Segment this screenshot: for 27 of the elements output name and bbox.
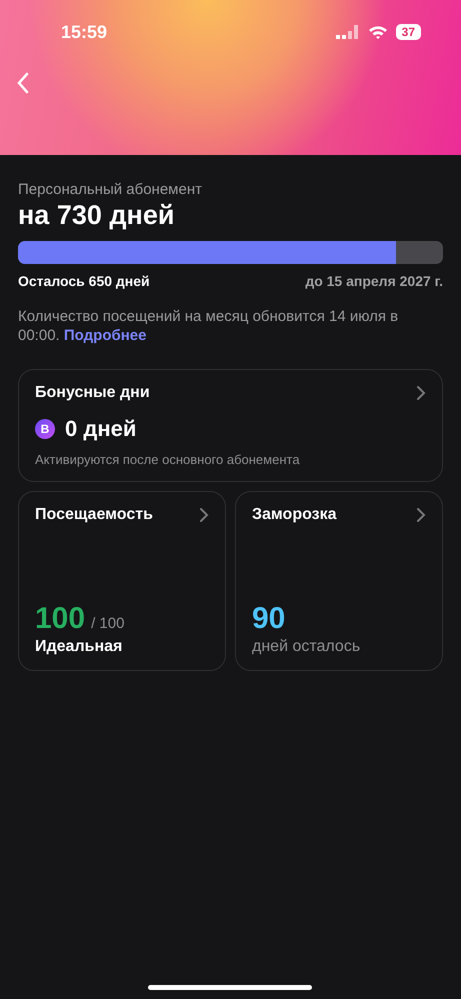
card-value: 100 bbox=[35, 602, 86, 636]
card-label: Идеальная bbox=[35, 638, 124, 656]
bonus-card[interactable]: Бонусные дни В 0 дней Активируются после основного абонемента bbox=[18, 369, 443, 482]
signal-icon bbox=[336, 25, 360, 39]
chevron-right-icon[interactable] bbox=[416, 385, 426, 401]
card-label: дней осталось bbox=[252, 638, 362, 656]
card-title: Посещаемость bbox=[35, 506, 153, 524]
subscription-caption: Персональный абонемент bbox=[18, 181, 203, 198]
bonus-badge: В bbox=[35, 419, 55, 439]
visits-note: Количество посещений на месяц обновится 14 июля в 00:00. Подробнее bbox=[18, 307, 400, 345]
card-value: 90 bbox=[252, 602, 286, 636]
chevron-right-icon[interactable] bbox=[199, 507, 209, 523]
chevron-right-icon[interactable] bbox=[416, 507, 426, 523]
bonus-value: 0 дней bbox=[65, 416, 136, 442]
card-title: Бонусные дни bbox=[35, 384, 150, 402]
wifi-icon bbox=[368, 25, 388, 39]
freeze-card[interactable]: Заморозка 90 дней осталось bbox=[235, 491, 443, 671]
battery-level: 37 bbox=[396, 24, 421, 40]
card-title: Заморозка bbox=[252, 506, 337, 524]
attendance-card[interactable]: Посещаемость 100 / 100 Идеальная bbox=[18, 491, 226, 671]
card-max: / 100 bbox=[91, 615, 124, 632]
subscription-title: на 730 дней bbox=[18, 200, 176, 231]
end-date: до 15 апреля 2027 г. bbox=[305, 273, 443, 289]
bonus-hint: Активируются после основного абонемента bbox=[35, 452, 301, 467]
status-time: 15:59 bbox=[61, 22, 108, 42]
more-link[interactable]: Подробнее bbox=[64, 327, 146, 344]
remaining-days: Осталось 650 дней bbox=[18, 273, 150, 289]
